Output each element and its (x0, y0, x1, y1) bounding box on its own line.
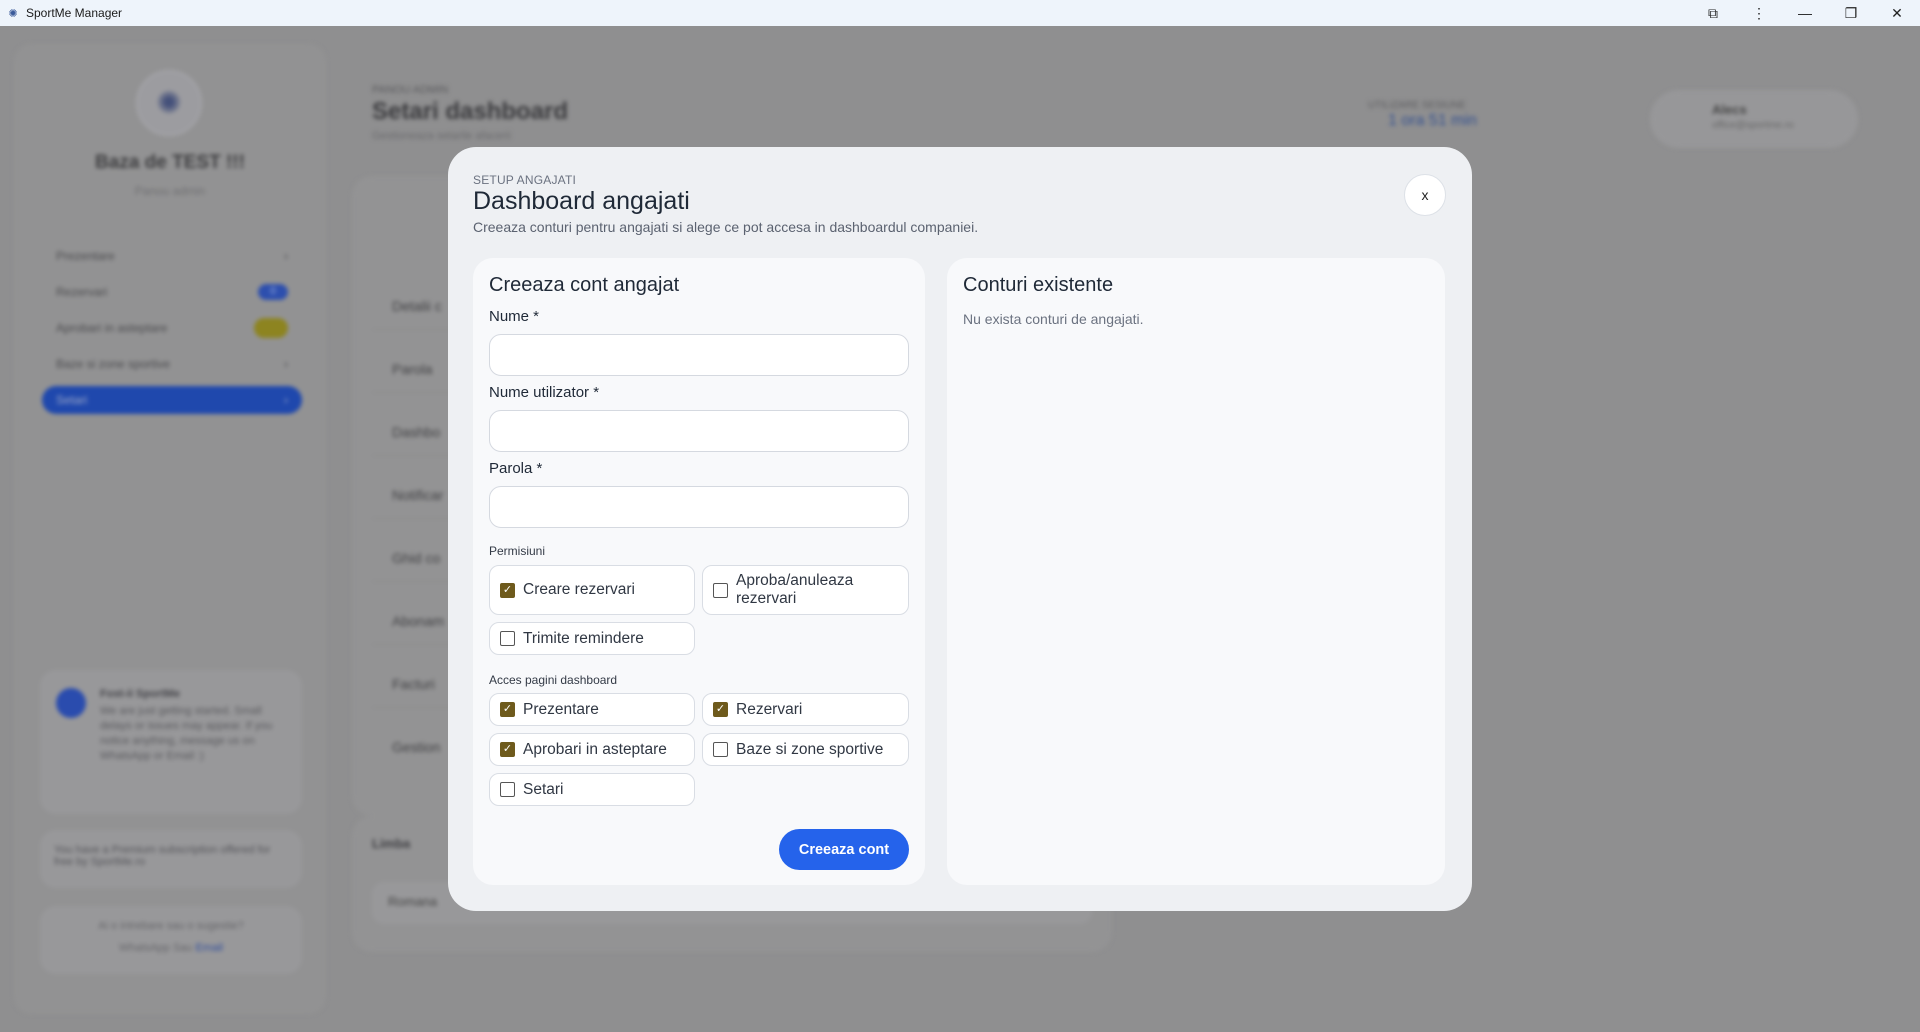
chevron-right-icon: › (284, 357, 288, 371)
sidebar-item-label: Prezentare (56, 249, 115, 263)
sidebar-item-baze[interactable]: Baze si zone sportive › (42, 350, 302, 378)
create-account-title: Creeaza cont angajat (489, 274, 680, 296)
sidebar-item-aprobari[interactable]: Aprobari in asteptare (42, 314, 302, 342)
checkbox-label: Baze si zone sportive (736, 740, 884, 758)
restore-button[interactable]: ❐ (1828, 0, 1874, 26)
checkbox-label: Trimite remindere (523, 629, 644, 647)
checkbox[interactable]: ✓ (500, 702, 515, 717)
password-input[interactable] (489, 486, 909, 528)
modal-subtitle: Creeaza conturi pentru angajati si alege… (473, 219, 979, 235)
app-logo-icon: ✺ (8, 7, 18, 20)
email-link[interactable]: Email (195, 942, 223, 954)
modal-title: Dashboard angajati (473, 187, 690, 215)
password-label: Parola * (489, 460, 543, 477)
checkbox[interactable] (713, 742, 728, 757)
minimize-button[interactable]: — (1782, 0, 1828, 26)
brand-logo: ✺ (136, 70, 202, 136)
sidebar-item-prezentare[interactable]: Prezentare › (42, 242, 302, 270)
existing-accounts-card: Conturi existente Nu exista conturi de a… (947, 258, 1445, 885)
employee-dashboard-modal: SETUP ANGAJATI Dashboard angajati Creeaz… (448, 147, 1472, 911)
existing-accounts-title: Conturi existente (963, 274, 1114, 296)
window-controls: ⧉ ⋮ — ❐ ✕ (1690, 0, 1920, 26)
sidebar-item-setari[interactable]: Setari › (42, 386, 302, 414)
promo-text: We are just getting started. Small delay… (100, 705, 273, 762)
more-options-icon[interactable]: ⋮ (1736, 0, 1782, 26)
user-name: Alecs (1712, 102, 1747, 117)
close-window-button[interactable]: ✕ (1874, 0, 1920, 26)
checkbox-label: Creare rezervari (523, 581, 635, 598)
count-badge: 0 (258, 284, 288, 300)
session-value: 1 ora 51 min (1388, 112, 1477, 129)
info-icon (56, 688, 86, 718)
page-title: Setari dashboard (372, 98, 569, 125)
sidebar-item-label: Baze si zone sportive (56, 357, 171, 371)
page-access-prezentare[interactable]: ✓ Prezentare (489, 693, 695, 726)
contact-card: Ai o intrebare sau o sugestie? WhatsApp … (40, 906, 302, 974)
checkbox-label: Aproba/anuleaza rezervari (736, 572, 854, 607)
close-modal-button[interactable]: x (1404, 174, 1446, 216)
checkbox[interactable]: ✓ (713, 702, 728, 717)
contact-question: Ai o intrebare sau o sugestie? (98, 920, 244, 932)
user-menu[interactable]: Alecs office@sportme.ro (1650, 90, 1858, 148)
page-access-setari[interactable]: Setari (489, 773, 695, 806)
permission-create-bookings[interactable]: ✓ Creare rezervari (489, 565, 695, 615)
sidebar-item-rezervari[interactable]: Rezervari 0 (42, 278, 302, 306)
language-title: Limba (372, 836, 411, 851)
checkbox[interactable] (500, 631, 515, 646)
page-access-baze[interactable]: Baze si zone sportive (702, 733, 909, 766)
checkbox[interactable]: ✓ (500, 742, 515, 757)
page-subtitle: Gestioneaza setarile afacerii (372, 130, 511, 142)
name-input[interactable] (489, 334, 909, 376)
status-badge (254, 318, 288, 338)
promo-title: Fost-ii SportMe (100, 688, 181, 700)
promo-card: Fost-ii SportMe We are just getting star… (40, 670, 302, 814)
page-access-aprobari[interactable]: ✓ Aprobari in asteptare (489, 733, 695, 766)
page-access-label: Acces pagini dashboard (489, 673, 618, 687)
page-access-rezervari[interactable]: ✓ Rezervari (702, 693, 909, 726)
username-label: Nume utilizator * (489, 384, 600, 401)
window-title: SportMe Manager (26, 6, 123, 20)
page-eyebrow: PANOU ADMIN (372, 84, 449, 96)
checkbox[interactable] (500, 782, 515, 797)
checkbox-label: Aprobari in asteptare (523, 740, 667, 758)
window-title-bar: ✺ SportMe Manager ⧉ ⋮ — ❐ ✕ (0, 0, 1920, 26)
sidebar-item-label: Rezervari (56, 285, 108, 299)
checkbox-label: Setari (523, 780, 564, 798)
permissions-label: Permisiuni (489, 544, 546, 558)
brand-name: Baza de TEST !!! (95, 152, 245, 173)
sidebar-item-label: Aprobari in asteptare (56, 321, 168, 335)
create-account-card: Creeaza cont angajat Nume * Nume utiliza… (473, 258, 925, 885)
checkbox[interactable] (713, 582, 728, 598)
name-label: Nume * (489, 308, 540, 325)
empty-state-text: Nu exista conturi de angajati. (963, 311, 1144, 327)
whatsapp-link[interactable]: WhatsApp (119, 942, 170, 954)
sidebar-item-label: Setari (56, 393, 88, 407)
extensions-icon[interactable]: ⧉ (1690, 0, 1736, 26)
checkbox-label: Prezentare (523, 700, 599, 718)
user-email: office@sportme.ro (1712, 120, 1794, 131)
brand-subtitle: Panou admin (134, 184, 206, 198)
username-input[interactable] (489, 410, 909, 452)
premium-card: You have a Premium subscription offered … (40, 830, 302, 888)
create-account-button[interactable]: Creeaza cont (779, 829, 909, 870)
chevron-right-icon: › (284, 393, 288, 407)
checkbox[interactable]: ✓ (500, 582, 515, 598)
permission-approve-cancel[interactable]: Aproba/anuleaza rezervari (702, 565, 909, 615)
session-label: UTILIZARE SESIUNE (1368, 100, 1466, 111)
chevron-right-icon: › (284, 249, 288, 263)
checkbox-label: Rezervari (736, 700, 803, 718)
permission-send-reminders[interactable]: Trimite remindere (489, 622, 695, 655)
modal-eyebrow: SETUP ANGAJATI (473, 173, 577, 187)
contact-separator: Sau (172, 942, 193, 954)
